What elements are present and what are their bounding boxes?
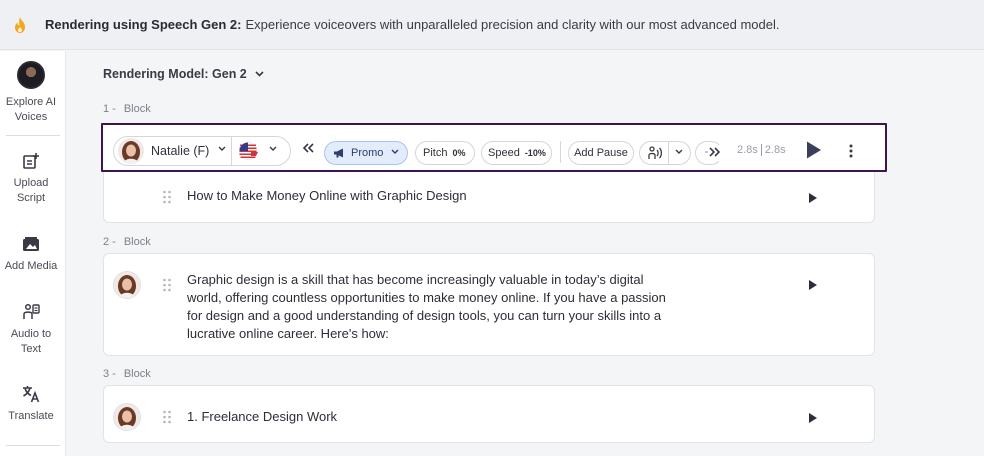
play-button[interactable] [805,140,823,160]
voice-avatar[interactable] [113,271,141,299]
sidebar-item-label: Script [16,192,46,204]
sidebar-item-label: Audio to [10,328,52,340]
toolbar-divider [560,141,561,163]
block-text[interactable]: 1. Freelance Design Work [187,408,337,426]
sidebar-divider [6,445,60,446]
pitch-control[interactable]: Pitch 0% [415,141,475,165]
style-label: Promo [351,147,384,159]
voice-avatar [118,138,144,164]
speed-value: -10% [524,148,546,158]
megaphone-icon [334,148,343,158]
voice-name: Natalie (F) [151,144,210,158]
left-sidebar: Explore AI Voices Upload Script Add Medi… [0,51,66,456]
add-pause-label: Add Pause [574,147,628,159]
block-label: 2 - Block [103,236,151,248]
rendering-model-dropdown[interactable]: Rendering Model: Gen 2 [103,67,264,81]
upload-script-icon [20,150,42,172]
chevron-down-icon [269,146,277,151]
voice-selector[interactable]: Natalie (F) [113,136,291,166]
banner-text: Experience voiceovers with unparalleled … [245,17,780,32]
chevron-down-icon [391,149,399,154]
expand-more-button[interactable] [695,141,723,165]
block-label: 3 - Block [103,368,151,380]
block-card-3: 1. Freelance Design Work [103,385,875,443]
pitch-label: Pitch [423,147,448,159]
voice-avatar[interactable] [113,403,141,431]
pitch-value: 0% [452,148,466,158]
sidebar-item-label: Text [20,343,42,355]
sidebar-item-add-media[interactable]: Add Media [0,233,62,274]
info-banner: Rendering using Speech Gen 2: Experience… [0,0,984,50]
block-card-2: Graphic design is a skill that has becom… [103,253,875,356]
avatar-icon [17,61,45,89]
sidebar-item-label: Voices [14,111,48,123]
block-label: 1 - Block [103,103,151,115]
translate-icon [20,383,42,405]
block-text[interactable]: How to Make Money Online with Graphic De… [187,187,467,205]
play-block-button[interactable] [807,191,819,203]
us-flag-icon[interactable] [239,142,259,160]
play-block-button[interactable] [807,278,819,290]
speed-label: Speed [488,147,520,159]
block-toolbar: Natalie (F) Promo Pitch 0% Speed -10% Ad… [101,123,887,172]
block-card-1: How to Make Money Online with Graphic De… [103,169,875,223]
add-pause-button[interactable]: Add Pause [568,141,634,165]
flame-icon [12,16,28,34]
sidebar-item-translate[interactable]: Translate [0,383,62,424]
sidebar-item-label: Add Media [4,260,58,272]
audio-to-text-icon [20,301,42,323]
drag-handle-icon[interactable] [162,278,172,292]
banner-title: Rendering using Speech Gen 2: [45,17,242,32]
style-dropdown[interactable]: Promo [324,141,408,165]
voice-effect-icon [648,146,663,159]
more-options-icon[interactable] [849,144,853,158]
voice-effect-dropdown[interactable] [639,141,691,165]
duration-readout: 2.8s 2.8s [737,144,786,157]
sidebar-divider [6,135,60,136]
speed-control[interactable]: Speed -10% [481,141,552,165]
add-media-icon [20,233,42,255]
chevron-down-icon [675,149,683,154]
sidebar-item-label: Explore AI [5,96,57,108]
editor-main: Rendering Model: Gen 2 1 - Block How to M… [67,51,984,456]
drag-handle-icon[interactable] [162,410,172,424]
chevron-down-icon [255,71,264,77]
rendering-model-label: Rendering Model: Gen 2 [103,67,247,81]
block-text[interactable]: Graphic design is a skill that has becom… [187,271,666,343]
sidebar-item-audio-to-text[interactable]: Audio to Text [0,301,62,357]
sidebar-item-label: Translate [8,410,54,422]
drag-handle-icon[interactable] [162,190,172,204]
play-block-button[interactable] [807,411,819,423]
sidebar-item-upload-script[interactable]: Upload Script [0,150,62,206]
double-chevron-left-icon[interactable] [303,143,315,153]
double-chevron-right-icon [705,147,720,157]
sidebar-item-label: Upload [13,177,49,189]
chevron-down-icon [218,146,226,151]
sidebar-item-explore-ai-voices[interactable]: Explore AI Voices [0,61,62,125]
